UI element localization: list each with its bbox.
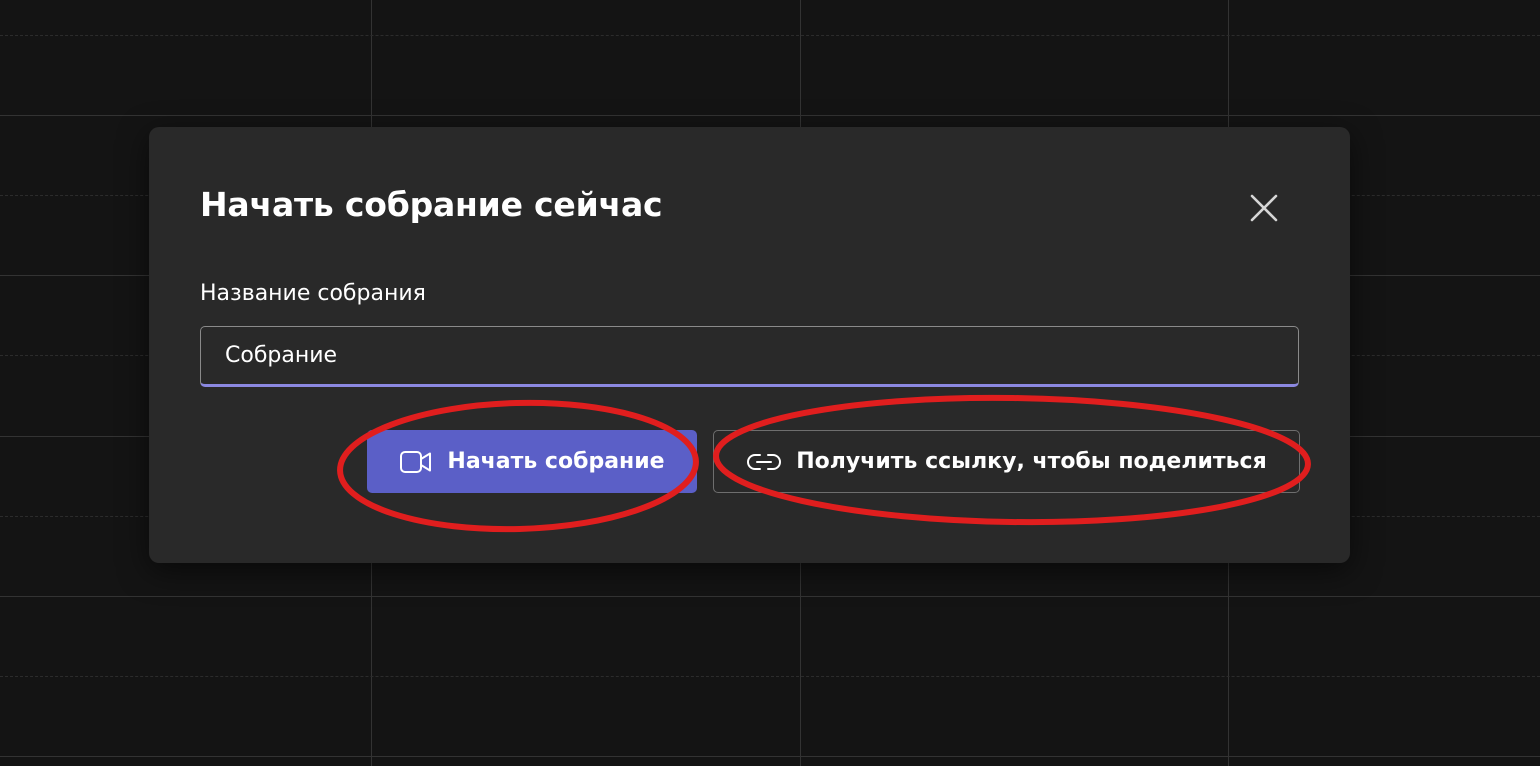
get-share-link-button[interactable]: Получить ссылку, чтобы поделиться [713,430,1300,493]
grid-line [0,756,1540,757]
dialog-title: Начать собрание сейчас [200,185,663,224]
video-camera-icon [399,449,433,475]
close-icon [1247,191,1281,225]
grid-line [0,35,1540,36]
get-share-link-label: Получить ссылку, чтобы поделиться [796,449,1267,474]
close-button[interactable] [1247,191,1281,225]
meeting-name-label: Название собрания [200,281,426,306]
grid-line [0,115,1540,116]
start-meeting-label: Начать собрание [447,449,665,474]
start-meeting-button[interactable]: Начать собрание [367,430,697,493]
grid-line [0,596,1540,597]
meeting-name-input[interactable] [200,326,1299,387]
link-icon [746,451,782,473]
meet-now-dialog: Начать собрание сейчас Название собрания… [149,127,1350,563]
calendar-background: Начать собрание сейчас Название собрания… [0,0,1540,766]
grid-line [0,676,1540,677]
